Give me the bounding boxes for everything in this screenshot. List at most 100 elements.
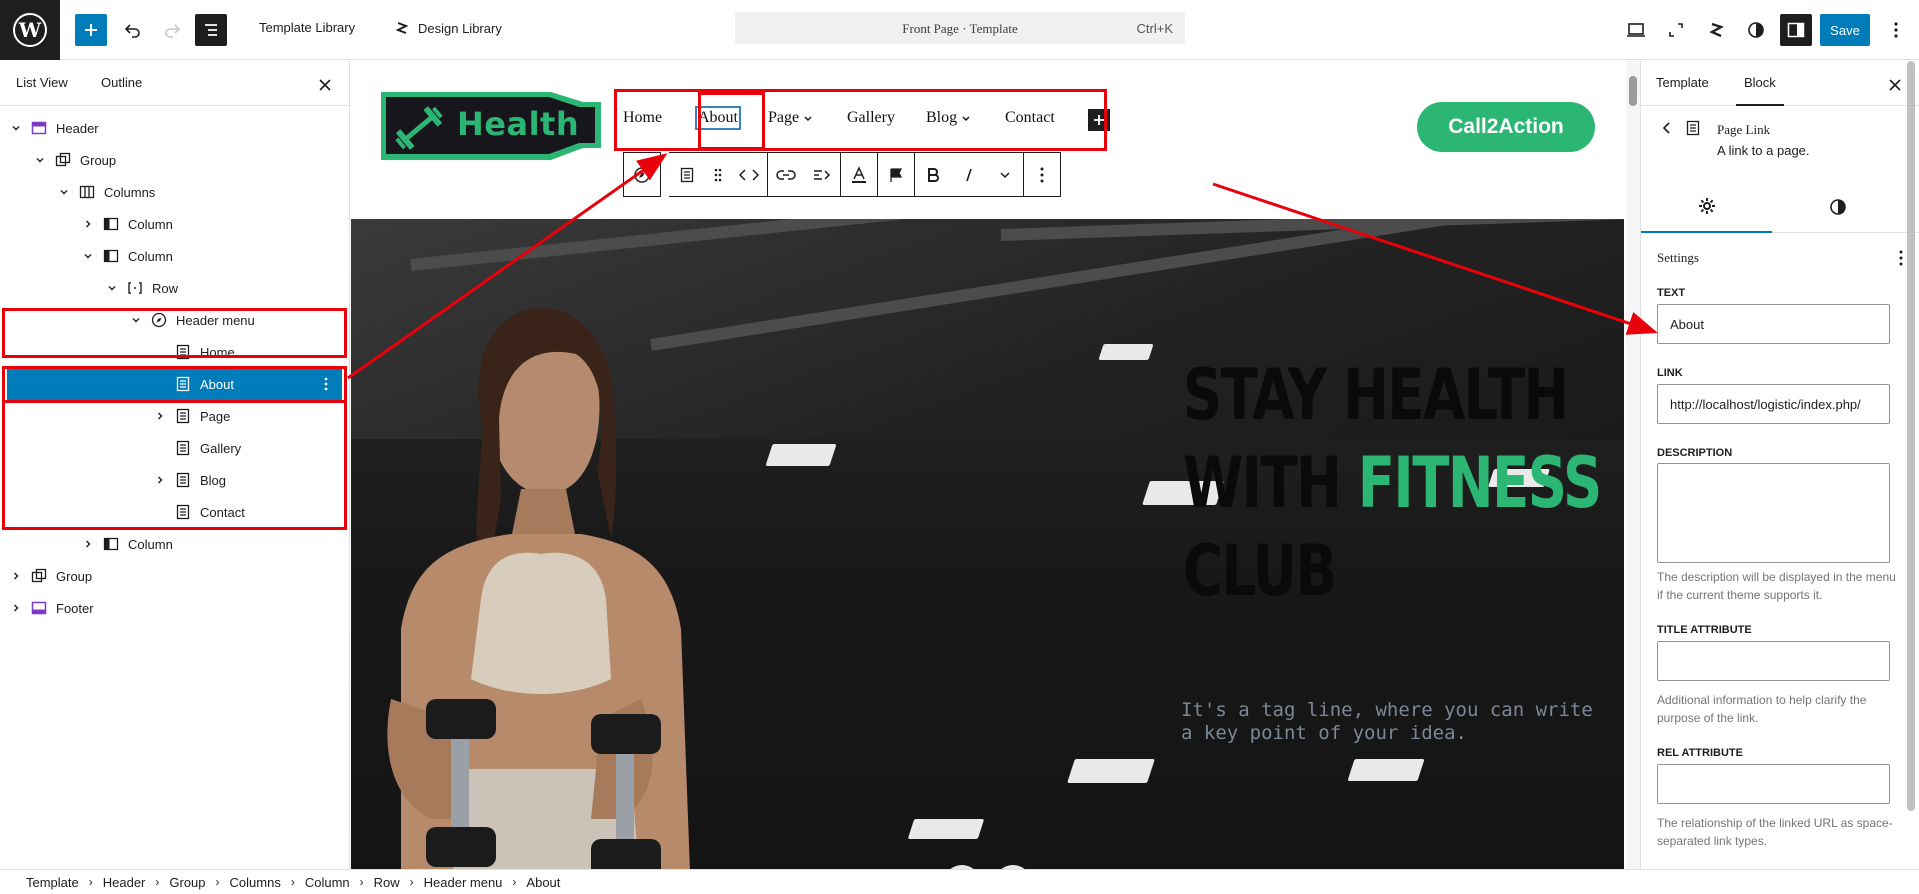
redo-icon[interactable] bbox=[156, 14, 188, 46]
chevron-down-icon[interactable] bbox=[80, 248, 96, 264]
breadcrumb-item[interactable]: Row bbox=[374, 875, 400, 890]
settings-sidebar-icon[interactable] bbox=[1780, 14, 1812, 46]
tab-template[interactable]: Template bbox=[1656, 75, 1709, 90]
canvas-scrollbar-thumb[interactable] bbox=[1629, 76, 1637, 106]
hero-heading[interactable]: STAY HEALTH WITH FITNESS CLUB bbox=[1183, 351, 1602, 615]
site-logo[interactable]: Health bbox=[379, 88, 605, 162]
nav-item-home[interactable]: Home bbox=[623, 109, 662, 127]
rel-attribute-field[interactable] bbox=[1657, 764, 1890, 804]
more-formatting-chevron-icon[interactable] bbox=[987, 153, 1023, 197]
tree-row-home[interactable]: Home bbox=[0, 336, 348, 368]
undo-icon[interactable] bbox=[117, 14, 149, 46]
tree-row-column[interactable]: Column bbox=[0, 528, 348, 560]
bold-icon[interactable] bbox=[915, 153, 951, 197]
select-parent-navigation-icon[interactable] bbox=[624, 153, 660, 197]
description-field[interactable] bbox=[1657, 463, 1890, 563]
chevron-down-icon[interactable] bbox=[128, 312, 144, 328]
options-menu-icon[interactable] bbox=[1880, 14, 1912, 46]
nav-item-contact[interactable]: Contact bbox=[1005, 109, 1055, 127]
chevron-left-icon[interactable] bbox=[1661, 121, 1673, 135]
tree-row-group[interactable]: Group bbox=[0, 144, 348, 176]
tree-row-page[interactable]: Page bbox=[0, 400, 348, 432]
chevron-right-icon[interactable] bbox=[80, 536, 96, 552]
breadcrumb-item[interactable]: About bbox=[526, 875, 560, 890]
chevron-down-icon[interactable] bbox=[56, 184, 72, 200]
tree-row-columns[interactable]: Columns bbox=[0, 176, 348, 208]
drag-handle-icon[interactable] bbox=[705, 153, 731, 197]
tree-row-about[interactable]: About bbox=[7, 368, 342, 400]
settings-options-icon[interactable] bbox=[1899, 250, 1903, 266]
command-shortcut: Ctrl+K bbox=[1136, 21, 1173, 36]
settings-scrollbar[interactable] bbox=[1907, 61, 1915, 811]
tree-row-header[interactable]: Header bbox=[0, 112, 348, 144]
tab-list-view[interactable]: List View bbox=[16, 75, 68, 90]
chevron-right-icon[interactable] bbox=[80, 216, 96, 232]
nav-item-label: Page bbox=[768, 109, 800, 126]
chevron-right-icon[interactable] bbox=[152, 408, 168, 424]
move-left-right-icon[interactable] bbox=[731, 153, 767, 197]
chevron-down-icon[interactable] bbox=[104, 280, 120, 296]
block-options-icon[interactable] bbox=[1024, 153, 1060, 197]
chevron-right-icon[interactable] bbox=[8, 568, 24, 584]
list-view-panel: List View Outline Header Group Columns C… bbox=[0, 61, 350, 869]
tree-row-footer[interactable]: Footer bbox=[0, 592, 348, 624]
add-menu-item-icon[interactable] bbox=[1088, 109, 1110, 131]
tree-label: Column bbox=[128, 216, 173, 232]
text-color-icon[interactable] bbox=[841, 153, 877, 197]
tree-row-blog[interactable]: Blog bbox=[0, 464, 348, 496]
chevron-down-icon[interactable] bbox=[8, 120, 24, 136]
close-icon[interactable] bbox=[313, 73, 337, 97]
chevron-right-icon[interactable] bbox=[8, 600, 24, 616]
tab-styles[interactable] bbox=[1772, 181, 1903, 233]
design-library-link[interactable]: Design Library bbox=[394, 20, 502, 36]
tree-row-group[interactable]: Group bbox=[0, 560, 348, 592]
styles-icon[interactable] bbox=[1740, 14, 1772, 46]
tree-row-column[interactable]: Column bbox=[0, 208, 348, 240]
tree-label: Row bbox=[152, 280, 179, 296]
command-palette-bar[interactable]: Front Page · Template Ctrl+K bbox=[735, 12, 1185, 44]
nav-item-label: Blog bbox=[926, 109, 958, 126]
hero-tagline[interactable]: It's a tag line, where you can write a k… bbox=[1181, 699, 1601, 745]
breadcrumb-item[interactable]: Header bbox=[103, 875, 146, 890]
tab-settings[interactable] bbox=[1641, 181, 1772, 233]
canvas-scrollbar[interactable] bbox=[1626, 61, 1640, 869]
tree-row-contact[interactable]: Contact bbox=[0, 496, 348, 528]
tab-outline[interactable]: Outline bbox=[101, 75, 142, 90]
chevron-down-icon[interactable] bbox=[32, 152, 48, 168]
link-icon[interactable] bbox=[768, 153, 804, 197]
flag-icon[interactable] bbox=[878, 153, 914, 197]
page-link-icon[interactable] bbox=[669, 153, 705, 197]
template-library-link[interactable]: Template Library bbox=[259, 20, 355, 35]
tab-block[interactable]: Block bbox=[1736, 75, 1784, 106]
add-submenu-icon[interactable] bbox=[804, 153, 840, 197]
document-overview-icon[interactable] bbox=[195, 14, 227, 46]
title-attribute-field[interactable] bbox=[1657, 641, 1890, 681]
nav-item-blog[interactable]: Blog bbox=[926, 109, 971, 127]
stackable-icon[interactable] bbox=[1700, 14, 1732, 46]
nav-item-gallery[interactable]: Gallery bbox=[847, 109, 895, 127]
breadcrumb-item[interactable]: Group bbox=[169, 875, 205, 890]
tree-row-row[interactable]: Row bbox=[0, 272, 348, 304]
options-icon[interactable] bbox=[318, 376, 334, 392]
breadcrumb-item[interactable]: Template bbox=[26, 875, 79, 890]
close-icon[interactable] bbox=[1883, 73, 1907, 97]
tree-row-gallery[interactable]: Gallery bbox=[0, 432, 348, 464]
tree-row-header-menu[interactable]: Header menu bbox=[0, 304, 348, 336]
call-to-action-button[interactable]: Call2Action bbox=[1417, 102, 1595, 152]
breadcrumb-item[interactable]: Header menu bbox=[424, 875, 503, 890]
fullscreen-icon[interactable] bbox=[1660, 14, 1692, 46]
desktop-preview-icon[interactable] bbox=[1620, 14, 1652, 46]
chevron-right-icon[interactable] bbox=[152, 472, 168, 488]
text-field[interactable] bbox=[1657, 304, 1890, 344]
italic-icon[interactable] bbox=[951, 153, 987, 197]
breadcrumb-item[interactable]: Columns bbox=[230, 875, 281, 890]
nav-item-page[interactable]: Page bbox=[768, 109, 813, 127]
save-button[interactable]: Save bbox=[1820, 14, 1870, 46]
link-field[interactable] bbox=[1657, 384, 1890, 424]
wordpress-logo-icon[interactable]: W bbox=[0, 0, 60, 60]
add-block-button[interactable] bbox=[75, 14, 107, 46]
tree-row-column[interactable]: Column bbox=[0, 240, 348, 272]
tree-label: Group bbox=[56, 568, 93, 584]
nav-item-about[interactable]: About bbox=[695, 106, 741, 130]
breadcrumb-item[interactable]: Column bbox=[305, 875, 350, 890]
